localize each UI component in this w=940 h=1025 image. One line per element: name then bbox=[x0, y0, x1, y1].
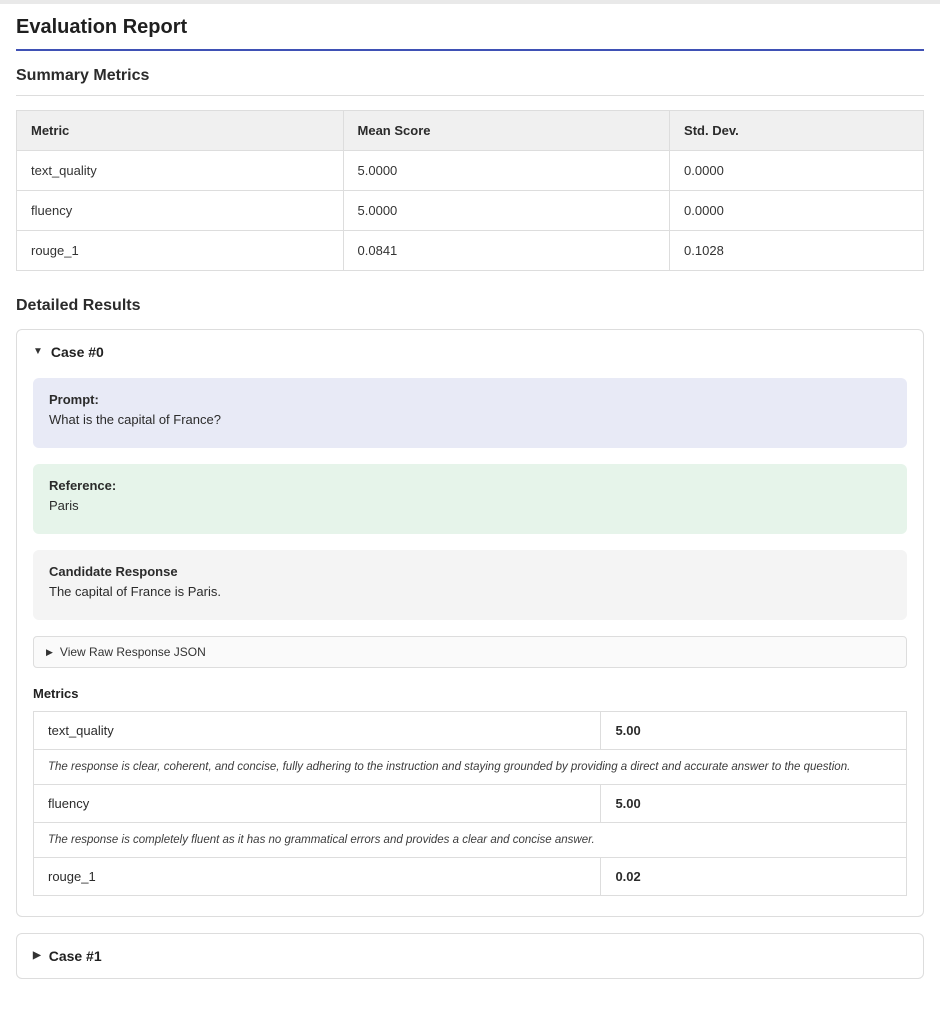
candidate-response-text: The capital of France is Paris. bbox=[49, 584, 891, 599]
prompt-text: What is the capital of France? bbox=[49, 412, 891, 427]
prompt-box: Prompt: What is the capital of France? bbox=[33, 378, 907, 448]
metric-score: 5.00 bbox=[601, 785, 907, 823]
case-0-toggle-header[interactable]: ▼ Case #0 bbox=[17, 330, 923, 374]
candidate-response-label: Candidate Response bbox=[49, 564, 891, 579]
view-raw-json-label: View Raw Response JSON bbox=[60, 645, 206, 659]
summary-metric-name: fluency bbox=[17, 191, 344, 231]
chevron-right-icon: ▶ bbox=[46, 648, 53, 657]
metrics-section-label: Metrics bbox=[33, 686, 907, 701]
summary-mean-score: 0.0841 bbox=[343, 231, 670, 271]
table-row: The response is completely fluent as it … bbox=[34, 823, 907, 858]
page-title: Evaluation Report bbox=[16, 16, 924, 51]
metric-name: fluency bbox=[34, 785, 601, 823]
table-row: fluency 5.0000 0.0000 bbox=[17, 191, 924, 231]
summary-col-metric: Metric bbox=[17, 111, 344, 151]
chevron-right-icon: ▶ bbox=[33, 951, 41, 961]
summary-col-std-dev: Std. Dev. bbox=[670, 111, 924, 151]
summary-mean-score: 5.0000 bbox=[343, 151, 670, 191]
case-0-title: Case #0 bbox=[51, 344, 104, 360]
summary-metric-name: text_quality bbox=[17, 151, 344, 191]
case-0-body: Prompt: What is the capital of France? R… bbox=[17, 374, 923, 916]
view-raw-json-toggle[interactable]: ▶ View Raw Response JSON bbox=[33, 636, 907, 668]
summary-col-mean-score: Mean Score bbox=[343, 111, 670, 151]
metric-score: 0.02 bbox=[601, 858, 907, 896]
case-0-metrics-table: text_quality 5.00 The response is clear,… bbox=[33, 711, 907, 896]
summary-metrics-heading: Summary Metrics bbox=[16, 67, 924, 96]
table-row: rouge_1 0.0841 0.1028 bbox=[17, 231, 924, 271]
summary-metric-name: rouge_1 bbox=[17, 231, 344, 271]
metric-name: rouge_1 bbox=[34, 858, 601, 896]
table-row: The response is clear, coherent, and con… bbox=[34, 750, 907, 785]
table-row: fluency 5.00 bbox=[34, 785, 907, 823]
case-1-title: Case #1 bbox=[49, 948, 102, 964]
reference-label: Reference: bbox=[49, 478, 891, 493]
summary-std-dev: 0.0000 bbox=[670, 151, 924, 191]
metric-explanation: The response is clear, coherent, and con… bbox=[34, 750, 907, 785]
case-card-1: ▶ Case #1 bbox=[16, 933, 924, 979]
table-row: text_quality 5.00 bbox=[34, 712, 907, 750]
summary-mean-score: 5.0000 bbox=[343, 191, 670, 231]
reference-box: Reference: Paris bbox=[33, 464, 907, 534]
evaluation-report-page: Evaluation Report Summary Metrics Metric… bbox=[0, 4, 940, 1025]
summary-std-dev: 0.1028 bbox=[670, 231, 924, 271]
candidate-response-box: Candidate Response The capital of France… bbox=[33, 550, 907, 620]
case-card-0: ▼ Case #0 Prompt: What is the capital of… bbox=[16, 329, 924, 917]
metric-score: 5.00 bbox=[601, 712, 907, 750]
table-row: text_quality 5.0000 0.0000 bbox=[17, 151, 924, 191]
case-1-toggle-header[interactable]: ▶ Case #1 bbox=[17, 934, 923, 978]
chevron-down-icon: ▼ bbox=[33, 347, 43, 357]
summary-header-row: Metric Mean Score Std. Dev. bbox=[17, 111, 924, 151]
metric-name: text_quality bbox=[34, 712, 601, 750]
prompt-label: Prompt: bbox=[49, 392, 891, 407]
detailed-results-heading: Detailed Results bbox=[16, 297, 924, 315]
summary-std-dev: 0.0000 bbox=[670, 191, 924, 231]
metric-explanation: The response is completely fluent as it … bbox=[34, 823, 907, 858]
table-row: rouge_1 0.02 bbox=[34, 858, 907, 896]
summary-metrics-table: Metric Mean Score Std. Dev. text_quality… bbox=[16, 110, 924, 271]
reference-text: Paris bbox=[49, 498, 891, 513]
